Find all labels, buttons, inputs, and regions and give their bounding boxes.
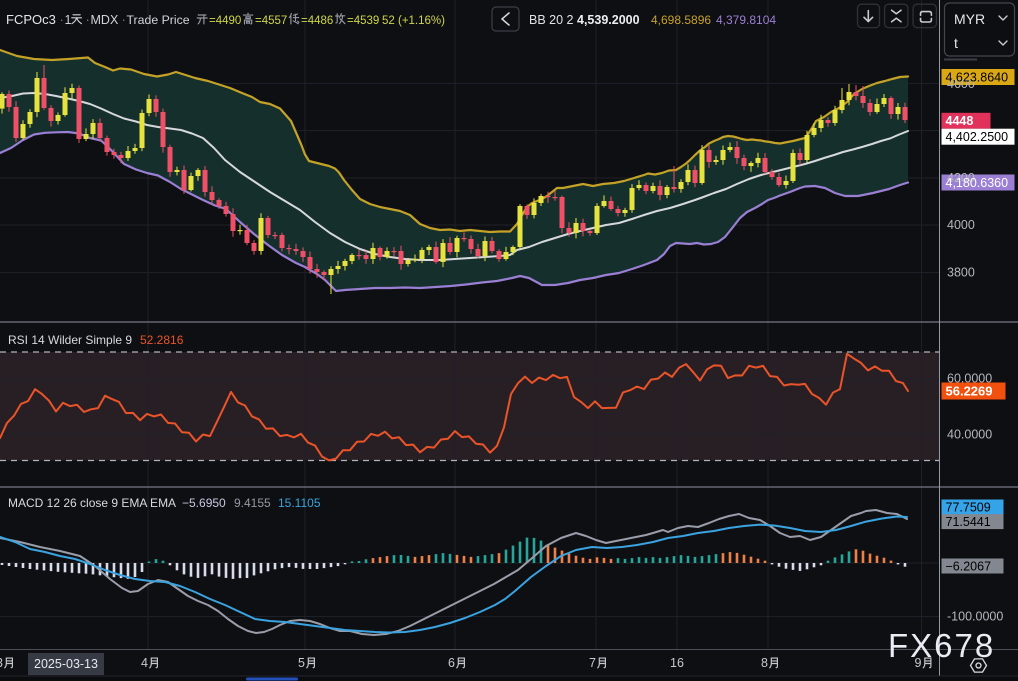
svg-text:−6.2067: −6.2067 (946, 559, 992, 573)
svg-text:·: · (60, 12, 64, 27)
svg-text:MACD 12 26 close 9 EMA EMA: MACD 12 26 close 9 EMA EMA (8, 496, 176, 510)
svg-text:5: 5 (298, 656, 305, 670)
svg-text:FX678: FX678 (888, 627, 995, 664)
svg-text:1: 1 (65, 13, 72, 27)
svg-text:40.0000: 40.0000 (947, 427, 992, 441)
svg-text:·: · (122, 12, 126, 27)
svg-text:MYR: MYR (954, 11, 985, 27)
svg-text:3: 3 (0, 656, 3, 670)
svg-text:4,180.6360: 4,180.6360 (946, 176, 1009, 190)
svg-text:t: t (954, 35, 958, 51)
svg-text:52.2816: 52.2816 (140, 333, 184, 347)
svg-text:7: 7 (589, 656, 596, 670)
svg-text:RSI 14 Wilder Simple 9: RSI 14 Wilder Simple 9 (8, 333, 132, 347)
svg-text:4,379.8104: 4,379.8104 (716, 13, 776, 27)
svg-text:=4490: =4490 (209, 15, 241, 27)
svg-text:·: · (86, 12, 90, 27)
svg-text:4,402.2500: 4,402.2500 (946, 130, 1009, 144)
svg-text:4,539.2000: 4,539.2000 (577, 13, 640, 27)
svg-text:3800: 3800 (947, 266, 975, 280)
svg-text:4448: 4448 (946, 114, 974, 128)
svg-text:Trade Price: Trade Price (127, 13, 190, 27)
svg-text:=4557: =4557 (255, 15, 287, 27)
svg-text:4: 4 (141, 656, 148, 670)
svg-text:52 (+1.16%): 52 (+1.16%) (382, 15, 445, 27)
svg-text:15.1105: 15.1105 (278, 496, 321, 510)
svg-text:77.7509: 77.7509 (946, 500, 991, 514)
svg-text:BB 20 2: BB 20 2 (529, 13, 574, 27)
svg-text:-100.0000: -100.0000 (947, 609, 1003, 623)
svg-text:4,698.5896: 4,698.5896 (651, 13, 711, 27)
svg-text:9.4155: 9.4155 (234, 496, 271, 510)
svg-text:6: 6 (448, 656, 455, 670)
svg-text:8: 8 (761, 656, 768, 670)
svg-text:16: 16 (670, 656, 684, 670)
svg-text:4,623.8640: 4,623.8640 (946, 70, 1009, 84)
svg-text:=4539: =4539 (347, 15, 379, 27)
svg-text:=4486: =4486 (301, 15, 333, 27)
svg-text:71.5441: 71.5441 (946, 515, 991, 529)
svg-text:2025-03-13: 2025-03-13 (34, 657, 98, 671)
svg-text:56.2269: 56.2269 (946, 383, 993, 398)
svg-text:MDX: MDX (91, 13, 119, 27)
svg-text:FCPOc3: FCPOc3 (6, 12, 56, 27)
svg-text:−5.6950: −5.6950 (182, 496, 226, 510)
svg-text:4000: 4000 (947, 218, 975, 232)
